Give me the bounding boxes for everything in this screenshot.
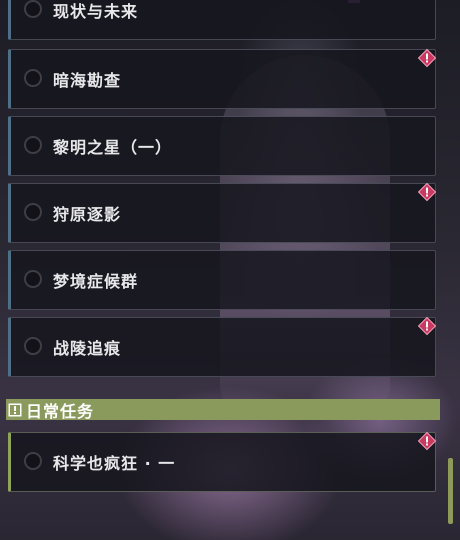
quest-card[interactable]: 暗海勘查 [8,48,437,109]
quest-card[interactable]: 战陵追痕 [8,316,437,377]
quest-radio[interactable] [24,452,42,470]
quest-card[interactable]: 狩原逐影 [8,182,437,243]
quest-title: 狩原逐影 [53,205,122,224]
quest-radio[interactable] [24,136,42,154]
quest-radio[interactable] [24,203,42,221]
quest-card[interactable]: 梦境症候群 [8,250,436,310]
alert-diamond-icon [417,48,437,68]
quest-title: 暗海勘查 [53,71,122,90]
quest-title: 梦境症候群 [53,272,139,291]
alert-diamond-icon [417,431,437,451]
alert-diamond-icon [417,182,437,202]
daily-section-header: 日常任务 [6,399,440,421]
quest-list: 现状与未来 暗海勘查 黎明之星（一） 狩原逐影 梦境症候群 战陵追痕 日常任务 … [0,0,460,540]
quest-radio[interactable] [24,337,42,355]
quest-title: 科学也疯狂 · 一 [53,454,176,473]
quest-card[interactable]: 黎明之星（一） [8,116,436,176]
daily-quest-card[interactable]: 科学也疯狂 · 一 [8,431,437,492]
quest-radio[interactable] [24,270,42,288]
quest-title: 黎明之星（一） [53,138,173,157]
scrollbar-thumb[interactable] [448,458,453,524]
quest-radio[interactable] [24,0,42,18]
quest-radio[interactable] [24,69,42,87]
quest-card[interactable]: 现状与未来 [8,0,436,40]
exclamation-box-icon [8,403,22,416]
daily-section-title: 日常任务 [26,401,95,421]
quest-title: 战陵追痕 [53,339,122,358]
alert-diamond-icon [417,316,437,336]
quest-title: 现状与未来 [53,2,139,21]
